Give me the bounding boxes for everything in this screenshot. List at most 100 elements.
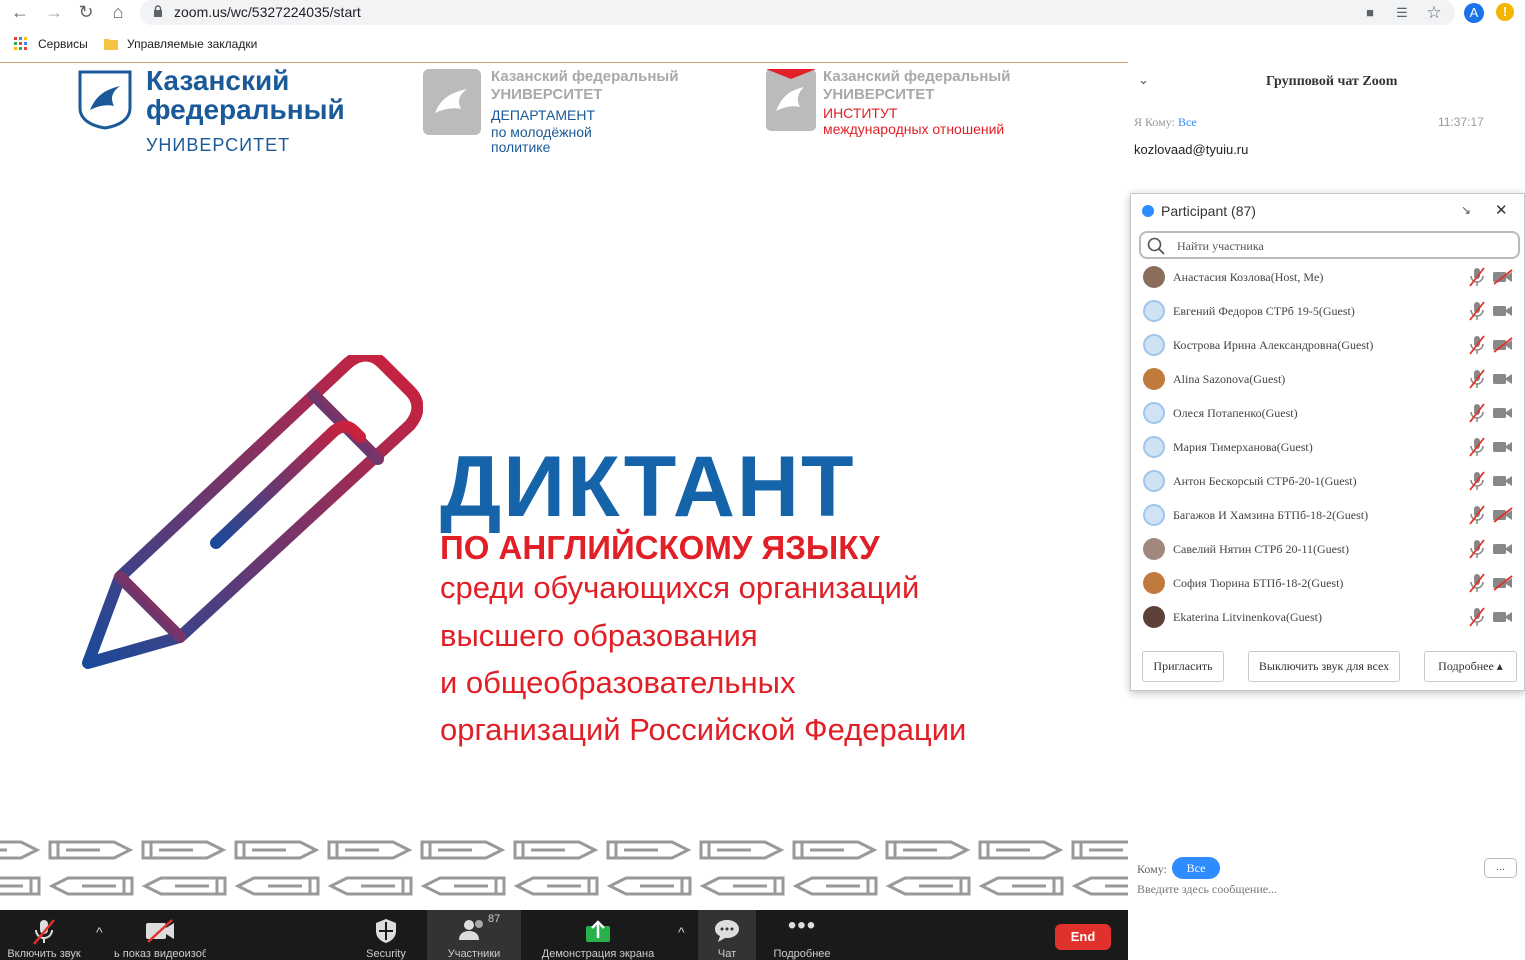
- video-icon[interactable]: [1492, 405, 1514, 421]
- video-off-icon[interactable]: [1492, 575, 1514, 591]
- close-icon[interactable]: ✕: [1495, 201, 1508, 219]
- start-video-button[interactable]: ь показ видеоизоб: [114, 910, 206, 960]
- chat-title: Групповой чат Zoom: [1266, 74, 1398, 89]
- video-icon[interactable]: [1492, 439, 1514, 455]
- chat-bubble-icon: [715, 920, 739, 942]
- share-screen-icon: [586, 920, 610, 942]
- participant-row[interactable]: Савелий Нятин СТРб 20-11(Guest): [1131, 532, 1523, 566]
- participant-row[interactable]: Антон Бескорсый СТРб-20-1(Guest): [1131, 464, 1523, 498]
- mic-muted-icon[interactable]: [1469, 267, 1485, 287]
- pencil-pattern-top: [0, 840, 1128, 860]
- participant-row[interactable]: Евгений Федоров СТРб 19-5(Guest): [1131, 294, 1523, 328]
- pattern-pencil-icon: [420, 840, 506, 860]
- slide-subtitle: ПО АНГЛИЙСКОМУ ЯЗЫКУ: [440, 529, 880, 566]
- mic-muted-icon[interactable]: [1469, 369, 1485, 389]
- chat-more-button[interactable]: ...: [1484, 858, 1517, 878]
- browser-chrome: ← → ↻ ⌂ zoom.us/wc/5327224035/start ■ ☰ …: [0, 0, 1525, 62]
- invite-button[interactable]: Пригласить: [1142, 651, 1224, 682]
- mic-muted-icon[interactable]: [1469, 471, 1485, 491]
- camera-blocked-icon[interactable]: ■: [1360, 3, 1380, 23]
- lock-icon: [154, 5, 162, 17]
- bookmark-managed[interactable]: Управляемые закладки: [127, 37, 257, 51]
- video-icon[interactable]: [1492, 473, 1514, 489]
- mic-muted-icon[interactable]: [1469, 335, 1485, 355]
- browser-nav-bar: ← → ↻ ⌂ zoom.us/wc/5327224035/start ■ ☰ …: [0, 0, 1525, 26]
- mic-muted-icon[interactable]: [1469, 437, 1485, 457]
- participant-row[interactable]: Мария Тимерханова(Guest): [1131, 430, 1523, 464]
- mic-muted-icon[interactable]: [1469, 505, 1485, 525]
- participants-button[interactable]: 87 Участники: [427, 910, 521, 960]
- video-off-icon: [146, 919, 174, 943]
- pattern-pencil-icon: [141, 840, 227, 860]
- bookmark-star-icon[interactable]: ☆: [1424, 3, 1444, 23]
- unmute-button[interactable]: Включить звук: [0, 910, 88, 960]
- participant-row[interactable]: Alina Sazonova(Guest): [1131, 362, 1523, 396]
- more-button[interactable]: ••• Подробнее: [766, 910, 838, 960]
- chat-to-label: Кому:: [1137, 862, 1167, 876]
- translate-icon[interactable]: ☰: [1392, 3, 1412, 23]
- mic-muted-icon[interactable]: [1469, 403, 1485, 423]
- profile-avatar[interactable]: A: [1464, 3, 1484, 23]
- share-options-button[interactable]: ^: [674, 910, 694, 960]
- pattern-pencil-icon: [48, 840, 134, 860]
- pattern-pencil-icon: [606, 840, 692, 860]
- mic-muted-icon[interactable]: [1469, 301, 1485, 321]
- audio-options-button[interactable]: ^: [92, 910, 112, 960]
- slide-line-1: среди обучающихся организаций: [440, 570, 920, 605]
- update-alert-icon[interactable]: !: [1496, 3, 1514, 21]
- pattern-pencil-icon: [327, 840, 413, 860]
- participants-icon: [459, 920, 483, 940]
- slide-line-4: организаций Российской Федерации: [440, 712, 967, 747]
- participant-row[interactable]: Олеся Потапенко(Guest): [1131, 396, 1523, 430]
- participant-name: Ekaterina Litvinenkova(Guest): [1173, 610, 1322, 624]
- logo3-line4: международных отношений: [823, 121, 1005, 137]
- video-off-icon[interactable]: [1492, 337, 1514, 353]
- end-meeting-button[interactable]: End: [1055, 924, 1111, 950]
- address-bar[interactable]: zoom.us/wc/5327224035/start: [140, 0, 1455, 25]
- mute-all-button[interactable]: Выключить звук для всех: [1248, 651, 1400, 682]
- avatar: [1143, 402, 1165, 424]
- mic-muted-icon[interactable]: [1469, 607, 1485, 627]
- apps-grid-icon[interactable]: [14, 37, 28, 51]
- avatar: [1143, 538, 1165, 560]
- pop-in-icon[interactable]: ↘: [1461, 203, 1471, 217]
- pattern-pencil-icon: [1071, 876, 1128, 896]
- unmute-label: Включить звук: [7, 948, 81, 960]
- security-button[interactable]: Security: [356, 910, 416, 960]
- participant-row[interactable]: Багажов И Хамзина БТПб-18-2(Guest): [1131, 498, 1523, 532]
- forward-icon[interactable]: →: [44, 2, 64, 22]
- pattern-pencil-icon: [234, 876, 320, 896]
- chat-message-input[interactable]: Введите здесь сообщение...: [1137, 882, 1277, 897]
- participant-name: Евгений Федоров СТРб 19-5(Guest): [1173, 304, 1355, 318]
- pattern-pencil-icon: [141, 876, 227, 896]
- video-off-icon[interactable]: [1492, 269, 1514, 285]
- chat-message-meta: Я Кому: Все: [1134, 115, 1197, 130]
- logo1-line2: федеральный: [146, 94, 345, 125]
- reload-icon[interactable]: ↻: [76, 2, 96, 22]
- video-icon[interactable]: [1492, 371, 1514, 387]
- chevron-down-icon[interactable]: ⌄: [1138, 72, 1149, 88]
- bookmark-services[interactable]: Сервисы: [38, 37, 88, 51]
- pattern-pencil-icon: [978, 840, 1064, 860]
- participants-more-button[interactable]: Подробнее ▴: [1424, 651, 1517, 682]
- participant-row[interactable]: Анастасия Козлова(Host, Me): [1131, 260, 1523, 294]
- avatar: [1143, 572, 1165, 594]
- video-icon[interactable]: [1492, 541, 1514, 557]
- chat-message-to[interactable]: Все: [1178, 115, 1197, 129]
- logo3-line2: УНИВЕРСИТЕТ: [823, 86, 935, 103]
- video-icon[interactable]: [1492, 609, 1514, 625]
- participant-row[interactable]: Кострова Ирина Александровна(Guest): [1131, 328, 1523, 362]
- share-screen-button[interactable]: Демонстрация экрана: [538, 910, 658, 960]
- chat-recipient-dropdown[interactable]: Все: [1172, 857, 1220, 879]
- participant-row[interactable]: Ekaterina Litvinenkova(Guest): [1131, 600, 1523, 634]
- mic-muted-icon[interactable]: [1469, 539, 1485, 559]
- video-off-icon[interactable]: [1492, 507, 1514, 523]
- video-icon[interactable]: [1492, 303, 1514, 319]
- back-icon[interactable]: ←: [10, 2, 30, 22]
- pattern-pencil-icon: [0, 840, 41, 860]
- mic-muted-icon[interactable]: [1469, 573, 1485, 593]
- chat-message-from: Я Кому:: [1134, 115, 1175, 129]
- home-icon[interactable]: ⌂: [108, 2, 128, 22]
- chat-button[interactable]: Чат: [698, 910, 756, 960]
- participant-row[interactable]: София Тюрина БТПб-18-2(Guest): [1131, 566, 1523, 600]
